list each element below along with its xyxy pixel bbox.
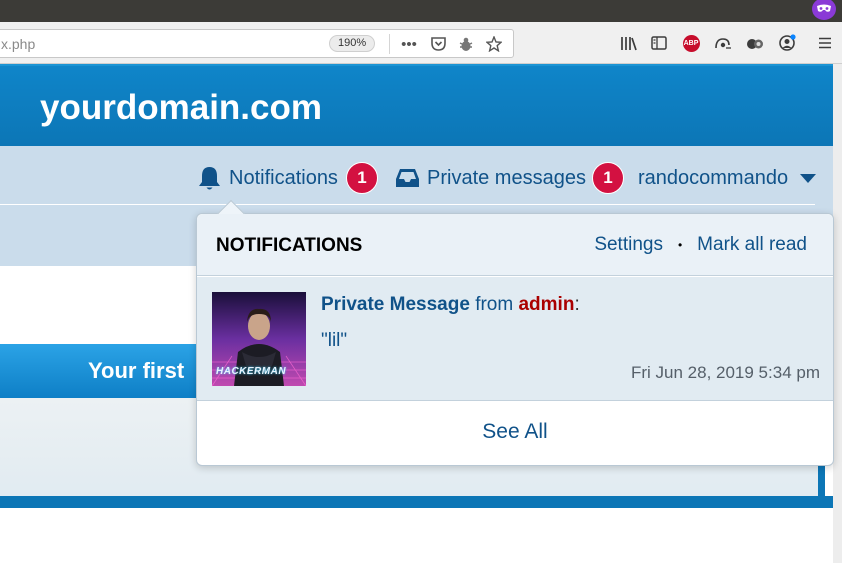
site-header: yourdomain.com [0,64,833,146]
private-messages-link[interactable]: Private messages 1 [395,162,624,194]
browser-titlebar [0,0,842,22]
nav-divider [0,204,815,205]
browser-toolbar: x.php 190% ••• ABP [0,22,842,64]
notification-item[interactable]: HACKERMAN Private Message from admin: "l… [197,277,833,401]
library-icon[interactable] [617,33,639,53]
notifications-dropdown: NOTIFICATIONS Settings • Mark all read H… [196,199,834,466]
mark-all-read-link[interactable]: Mark all read [697,234,807,256]
url-text[interactable]: x.php [1,36,35,52]
adblock-plus-icon[interactable]: ABP [680,33,702,53]
forum-title[interactable]: Your first [88,358,184,384]
notification-author[interactable]: admin [518,294,574,315]
private-mask-icon[interactable] [812,0,836,20]
bug-icon[interactable] [457,35,475,53]
avatar-caption: HACKERMAN [216,366,287,377]
notification-colon: : [574,294,580,315]
link-separator: • [677,238,683,252]
private-messages-label: Private messages [427,166,586,189]
pocket-icon[interactable] [429,35,447,53]
user-menu[interactable]: randocommando [638,163,817,193]
see-all-link[interactable]: See All [197,420,833,444]
notification-timestamp: Fri Jun 28, 2019 5:34 pm [630,363,820,382]
notifications-label: Notifications [229,166,338,189]
notification-quote: "lil" [321,330,348,351]
dropdown-heading: NOTIFICATIONS [216,235,363,256]
sidebar-icon[interactable] [648,33,670,53]
page-actions-icon[interactable]: ••• [400,35,418,53]
bookmark-star-icon[interactable] [485,35,503,53]
bell-icon [197,165,222,191]
settings-link[interactable]: Settings [594,234,663,256]
extension-icon-2[interactable] [744,33,766,53]
private-messages-count-badge: 1 [591,162,624,194]
notification-title: Private Message from admin: [321,294,580,316]
username-label: randocommando [638,166,789,189]
notification-from-word: from [475,294,514,315]
notification-type: Private Message [321,294,470,315]
extension-icon[interactable] [712,33,734,53]
avatar: HACKERMAN [212,292,306,386]
page-scrollbar[interactable] [833,64,842,563]
dropdown-header: NOTIFICATIONS Settings • Mark all read [197,214,833,276]
dropdown-header-links: Settings • Mark all read [594,234,807,256]
inbox-icon [395,168,420,188]
menu-icon[interactable] [814,33,836,53]
notifications-link[interactable]: Notifications 1 [197,162,378,194]
site-title[interactable]: yourdomain.com [40,88,322,128]
url-bar[interactable]: x.php 190% ••• [0,29,514,58]
zoom-level-badge[interactable]: 190% [329,35,376,52]
forum-footer-bar [0,496,833,508]
account-icon[interactable] [776,33,798,53]
url-bar-divider [389,34,390,54]
notifications-count-badge: 1 [345,162,378,194]
chevron-down-icon [800,173,817,183]
